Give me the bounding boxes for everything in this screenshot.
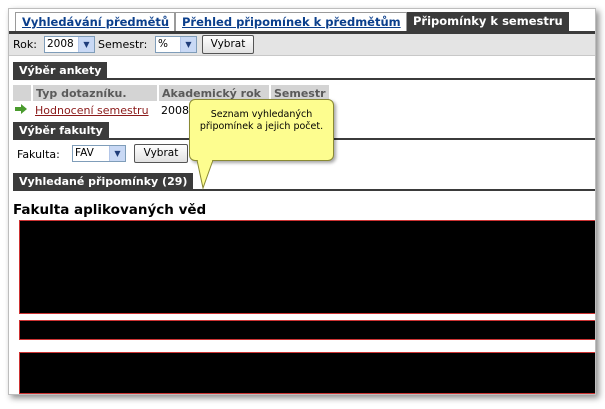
survey-section-divider <box>13 78 595 80</box>
results-section-divider <box>13 189 595 191</box>
semester-label: Semestr: <box>98 38 148 51</box>
tooltip-text-line1: Seznam vyhledaných <box>210 109 313 120</box>
table-header-spacer <box>13 85 33 101</box>
tab-course-search[interactable]: Vyhledávání předmětů <box>15 12 175 31</box>
semester-select-value: % <box>158 38 168 50</box>
redacted-comments-block <box>19 320 595 340</box>
redacted-comments-block <box>19 220 595 314</box>
semester-select[interactable]: % ▼ <box>155 36 197 53</box>
faculty-select[interactable]: FAV ▼ <box>72 145 126 162</box>
arrow-right-icon[interactable] <box>13 101 32 119</box>
browser-frame: Vyhledávání předmětů Přehled připomínek … <box>8 8 596 395</box>
faculty-submit-button[interactable]: Vybrat <box>134 144 188 163</box>
year-select-value: 2008 <box>47 38 74 50</box>
column-header-type: Typ dotazníku. <box>32 85 159 101</box>
chevron-down-icon: ▼ <box>78 37 94 52</box>
tooltip-text-line2: připomínek a jejich počet. <box>199 121 324 132</box>
survey-type-link[interactable]: Hodnocení semestru <box>32 101 158 119</box>
filter-submit-button[interactable]: Vybrat <box>202 35 254 54</box>
redacted-comments-block <box>19 352 595 394</box>
tab-course-comments[interactable]: Přehled připomínek k předmětům <box>175 12 407 31</box>
tab-semester-comments[interactable]: Připomínky k semestru <box>407 12 569 31</box>
filter-bar: Rok: 2008 ▼ Semestr: % ▼ Vybrat <box>9 34 595 56</box>
help-tooltip: Seznam vyhledaných připomínek a jejich p… <box>189 99 334 161</box>
tooltip-pointer <box>196 160 214 190</box>
year-select[interactable]: 2008 ▼ <box>44 36 95 53</box>
faculty-name-heading: Fakulta aplikovaných věd <box>13 202 207 218</box>
year-label: Rok: <box>13 38 37 51</box>
chevron-down-icon: ▼ <box>109 146 125 161</box>
faculty-select-value: FAV <box>75 147 94 159</box>
tab-bar: Vyhledávání předmětů Přehled připomínek … <box>9 9 595 34</box>
faculty-label: Fakulta: <box>17 148 60 161</box>
chevron-down-icon: ▼ <box>180 37 196 52</box>
